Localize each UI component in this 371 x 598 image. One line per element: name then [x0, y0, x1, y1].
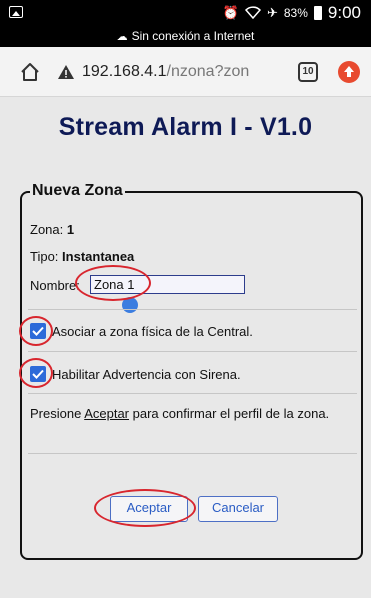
zona-row: Zona: 1 [30, 222, 74, 237]
text-selection-handle[interactable] [122, 297, 138, 313]
aceptar-link-text: Aceptar [84, 406, 130, 421]
battery-icon [313, 6, 322, 20]
page-content: Stream Alarm I - V1.0 Nueva Zona Zona: 1… [0, 97, 371, 598]
tipo-value: Instantanea [62, 249, 135, 264]
cloud-off-icon: ☁ [116, 31, 128, 43]
zona-value: 1 [66, 222, 75, 237]
divider [28, 351, 357, 352]
habilitar-checkbox[interactable] [30, 366, 46, 382]
gallery-notification-icon [9, 6, 23, 18]
page-title: Stream Alarm I - V1.0 [58, 113, 313, 141]
battery-percent: 83% [283, 6, 308, 20]
tipo-row: Tipo: Instantanea [30, 249, 134, 264]
divider [28, 453, 357, 454]
home-icon[interactable] [19, 61, 41, 83]
zona-label: Zona: [30, 222, 64, 237]
clock: 9:00 [327, 3, 361, 22]
divider [28, 309, 357, 310]
warning-icon [58, 65, 74, 79]
tab-switcher-button[interactable]: 10 [298, 62, 318, 82]
nombre-input[interactable]: Zona 1 [90, 275, 245, 294]
divider [28, 393, 357, 394]
offline-text: Sin conexión a Internet [131, 29, 255, 43]
url-text: 192.168.4.1/nzona?zon [82, 63, 250, 80]
alarm-icon: ⏰ [222, 5, 239, 20]
asociar-label: Asociar a zona física de la Central. [52, 324, 253, 339]
offline-banner: ☁ Sin conexión a Internet [0, 29, 371, 43]
status-icons: ⏰ ✈ 83% 9:00 [223, 3, 361, 23]
url-bar[interactable]: 192.168.4.1/nzona?zon [57, 54, 282, 90]
status-bar: ⏰ ✈ 83% 9:00 ☁ Sin conexión a Internet [0, 0, 371, 47]
nombre-label: Nombre: [30, 278, 80, 293]
aceptar-button[interactable]: Aceptar [110, 496, 188, 522]
airplane-icon: ✈ [266, 5, 278, 20]
tipo-label: Tipo: [30, 249, 59, 264]
fieldset-legend: Nueva Zona [30, 182, 125, 200]
browser-toolbar: 192.168.4.1/nzona?zon 10 [0, 47, 371, 97]
instruction-text: Presione Aceptar para confirmar el perfi… [30, 406, 330, 421]
habilitar-label: Habilitar Advertencia con Sirena. [52, 367, 241, 382]
asociar-checkbox[interactable] [30, 323, 46, 339]
wifi-icon [244, 5, 262, 22]
nueva-zona-fieldset: Nueva Zona Zona: 1 Tipo: Instantanea Nom… [20, 182, 363, 560]
update-menu-icon[interactable] [338, 61, 360, 83]
cancelar-button[interactable]: Cancelar [198, 496, 278, 522]
